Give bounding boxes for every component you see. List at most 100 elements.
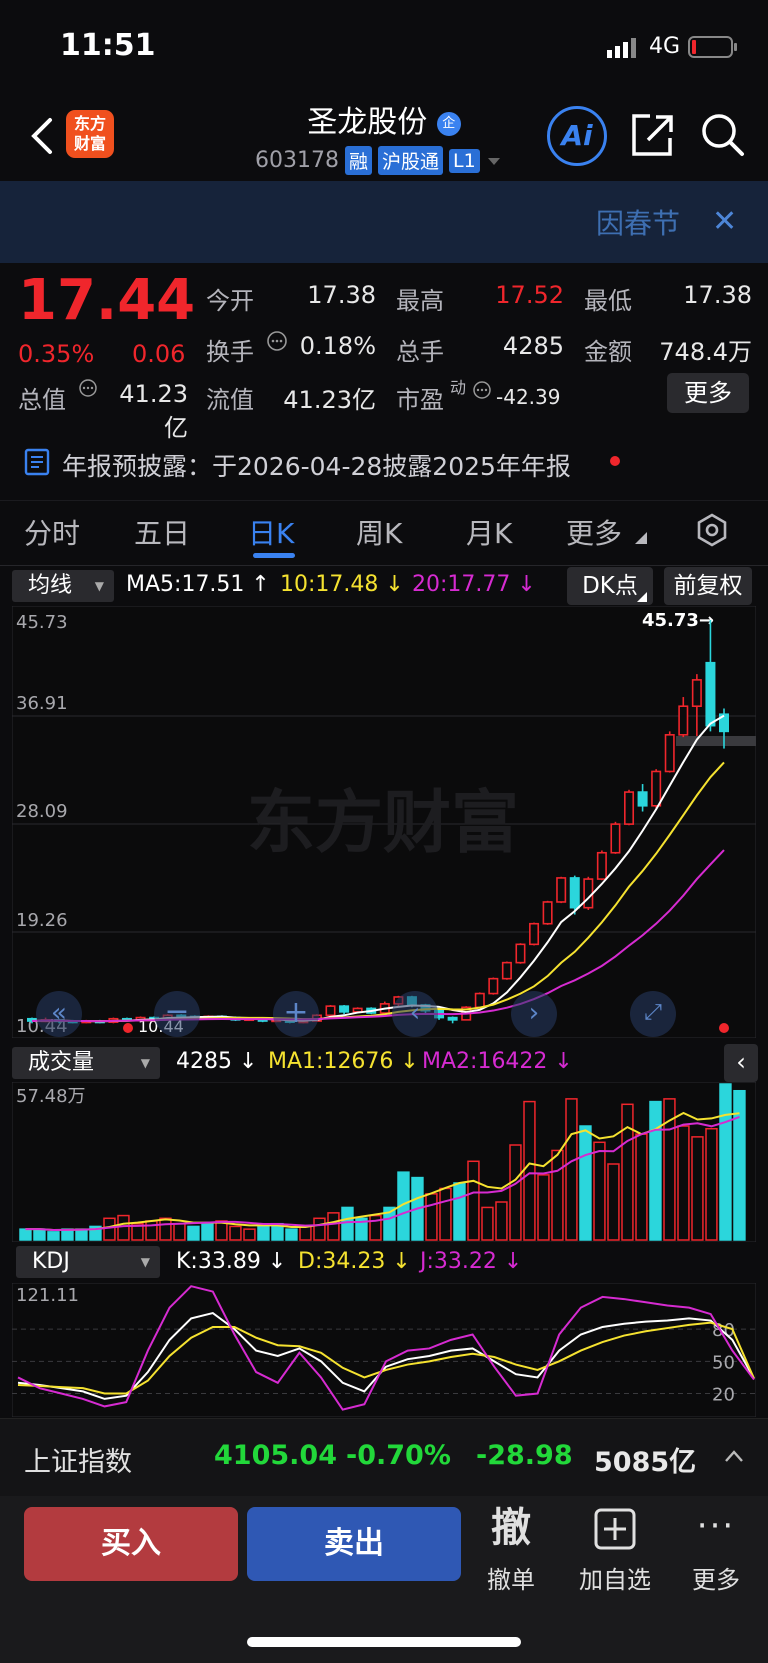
volume-axis-top: 57.48万 (16, 1086, 86, 1107)
tab-more[interactable]: 更多 (566, 512, 622, 552)
status-time: 11:51 (60, 28, 156, 63)
cancel-icon: 撤 (491, 1505, 531, 1551)
ma20-value: 20:17.77 ↓ (412, 572, 536, 597)
candle-body (596, 851, 607, 880)
volume-current: 4285 ↓ (176, 1049, 258, 1074)
candle-body (678, 705, 689, 736)
volume-ma1: MA1:12676 ↓ (268, 1049, 419, 1074)
ma-select[interactable]: 均线 ▼ (12, 570, 114, 602)
candle-body (339, 1005, 350, 1013)
tab-monthly-k[interactable]: 月K (466, 512, 512, 552)
add-watchlist-button[interactable]: 加自选 (570, 1504, 660, 1618)
add-square-icon (594, 1508, 636, 1550)
candle-body (583, 878, 594, 909)
scroll-right-icon[interactable]: › (511, 991, 557, 1037)
volume-bar (187, 1225, 200, 1241)
fullscreen-icon[interactable]: ⤢ (630, 991, 676, 1037)
stock-subtitle[interactable]: 603178 融 沪股通 L1 (255, 146, 502, 175)
volume-bar (75, 1228, 88, 1241)
share-icon[interactable] (630, 112, 676, 158)
candle-body (569, 877, 580, 909)
tab-daily-k[interactable]: 日K (248, 512, 294, 552)
volume-bar (649, 1100, 662, 1241)
volume-chart[interactable]: 57.48万 (12, 1082, 756, 1242)
watermark: 东方财富 (247, 784, 519, 863)
candle-body (325, 1005, 336, 1017)
ai-button[interactable]: Ai (547, 106, 607, 166)
volume-bar (201, 1222, 214, 1241)
price-tick: 36.91 (16, 693, 68, 714)
kdj-chart[interactable]: 121.11 805020 (12, 1283, 756, 1417)
info-icon[interactable] (78, 378, 98, 398)
sell-button[interactable]: 卖出 (247, 1507, 461, 1581)
banner-text: 因春节 (595, 207, 680, 240)
volume-bar (719, 1083, 732, 1241)
price-tick: 19.26 (16, 910, 68, 931)
index-name: 上证指数 (24, 1447, 132, 1478)
volume-bar (453, 1182, 466, 1241)
kdj-select-label: KDJ (32, 1249, 70, 1274)
volume-select[interactable]: 成交量 ▼ (12, 1047, 160, 1079)
dropdown-triangle-icon (487, 157, 500, 165)
scroll-left-icon[interactable]: ‹ (392, 991, 438, 1037)
float-label: 流值 (206, 386, 254, 414)
open-label: 今开 (206, 287, 254, 315)
price-tick: 45.73 (16, 612, 68, 633)
index-amount: 5085亿 (594, 1447, 697, 1478)
pe-value: -42.39 (496, 385, 561, 409)
buy-button[interactable]: 买入 (24, 1507, 238, 1581)
network-type: 4G (648, 34, 680, 59)
unread-dot (610, 456, 620, 466)
mktcap-value: 41.23亿 (119, 380, 188, 442)
dropdown-icon: ▼ (140, 1056, 150, 1070)
more-actions-button[interactable]: ··· 更多 (676, 1504, 756, 1618)
margin-tag: 融 (344, 146, 372, 175)
index-change: -28.98 (476, 1440, 573, 1471)
kdj-k: K:33.89 ↓ (176, 1249, 287, 1274)
index-value: 4105.04 (214, 1440, 337, 1471)
close-icon[interactable]: ✕ (712, 204, 737, 239)
volume-bar (579, 1125, 592, 1241)
candle-body (556, 877, 567, 903)
connect-tag: 沪股通 (378, 146, 444, 175)
info-icon[interactable] (472, 380, 492, 400)
candle-body (529, 922, 540, 946)
chevron-up-icon[interactable] (724, 1448, 744, 1464)
tab-weekly-k[interactable]: 周K (356, 512, 402, 552)
ma10-value: 10:17.48 ↓ (280, 572, 404, 597)
candle-body (515, 943, 526, 964)
index-percent: -0.70% (346, 1440, 451, 1471)
cancel-order-button[interactable]: 撤 撤单 (470, 1504, 552, 1618)
volume-bar (341, 1206, 354, 1241)
volume-select-label: 成交量 (28, 1050, 95, 1075)
add-watchlist-label: 加自选 (579, 1566, 651, 1594)
float-value: 41.23亿 (283, 386, 376, 414)
high-label: 最高 (396, 287, 444, 315)
low-value: 17.38 (683, 281, 752, 309)
kdj-level-label: 20 (712, 1385, 735, 1406)
adjust-button[interactable]: 前复权 (664, 567, 752, 605)
search-icon[interactable] (700, 112, 746, 158)
tab-intraday[interactable]: 分时 (24, 512, 80, 552)
price-tick: 28.09 (16, 801, 68, 822)
kdj-select[interactable]: KDJ ▼ (16, 1246, 160, 1278)
zoom-in-icon[interactable]: + (273, 991, 319, 1037)
battery-icon (688, 35, 737, 58)
volume-value: 4285 (502, 332, 564, 360)
open-value: 17.38 (307, 281, 376, 309)
candlestick-chart[interactable]: 东方财富 45.73 36.91 28.09 19.26 10.44 45.73… (12, 606, 756, 1038)
candle-body (624, 791, 635, 825)
more-actions-label: 更多 (692, 1566, 740, 1594)
volume-bar (19, 1228, 32, 1241)
corner-triangle-icon (635, 532, 647, 544)
enterprise-badge: 企 (436, 111, 461, 136)
collapse-panel-icon[interactable]: ‹ (724, 1044, 758, 1082)
zoom-out-icon[interactable]: − (154, 991, 200, 1037)
info-icon[interactable] (266, 330, 288, 352)
settings-icon[interactable] (694, 512, 730, 548)
scroll-left-fast-icon[interactable]: « (36, 991, 82, 1037)
candle-body (610, 823, 621, 854)
document-icon (24, 448, 50, 476)
tab-five-day[interactable]: 五日 (134, 512, 190, 552)
quote-more-button[interactable]: 更多 (667, 373, 749, 413)
